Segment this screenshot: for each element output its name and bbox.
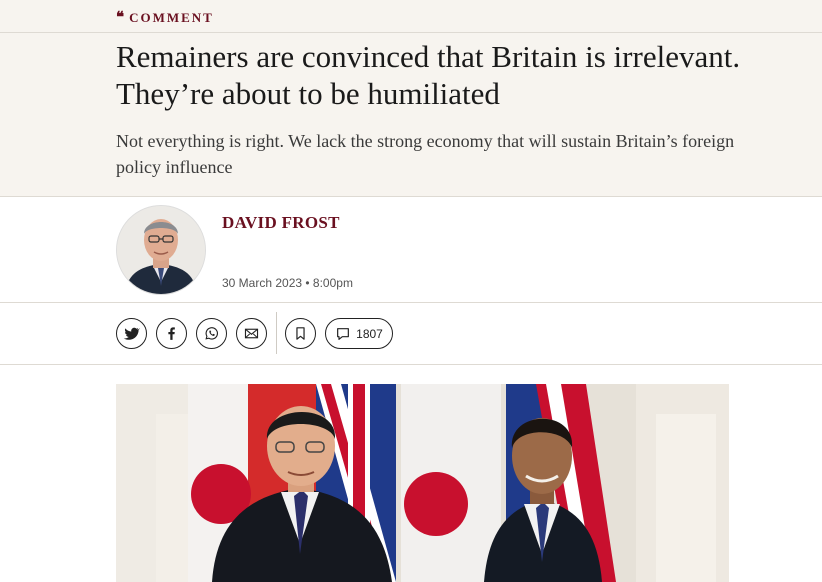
author-portrait-image: [117, 206, 205, 294]
comment-icon: [337, 327, 350, 340]
section-label: COMMENT: [129, 9, 214, 25]
comments-button[interactable]: 1807: [325, 318, 393, 349]
share-facebook-button[interactable]: [156, 318, 187, 349]
twitter-icon: [123, 327, 140, 340]
divider: [0, 302, 822, 303]
section-link-comment[interactable]: ❝ COMMENT: [116, 8, 214, 27]
author-avatar[interactable]: [116, 205, 206, 295]
divider: [0, 364, 822, 365]
comment-count: 1807: [356, 326, 383, 341]
email-icon: [244, 328, 259, 339]
publish-date: 30 March 2023 • 8:00pm: [222, 276, 353, 290]
hero-image: [116, 384, 729, 582]
bookmark-button[interactable]: [285, 318, 316, 349]
section-bar: ❝ COMMENT: [0, 0, 822, 33]
bookmark-icon: [296, 327, 305, 340]
headline: Remainers are convinced that Britain is …: [116, 39, 741, 111]
quote-icon: ❝: [116, 10, 125, 26]
share-whatsapp-button[interactable]: [196, 318, 227, 349]
facebook-icon: [168, 327, 175, 340]
share-email-button[interactable]: [236, 318, 267, 349]
standfirst: Not everything is right. We lack the str…: [116, 131, 735, 177]
hero-photo-illustration: [116, 384, 729, 582]
share-twitter-button[interactable]: [116, 318, 147, 349]
whatsapp-icon: [205, 327, 218, 340]
share-divider: [276, 312, 277, 354]
author-name-link[interactable]: DAVID FROST: [222, 213, 340, 233]
article-header: ❝ COMMENT Remainers are convinced that B…: [0, 0, 822, 197]
